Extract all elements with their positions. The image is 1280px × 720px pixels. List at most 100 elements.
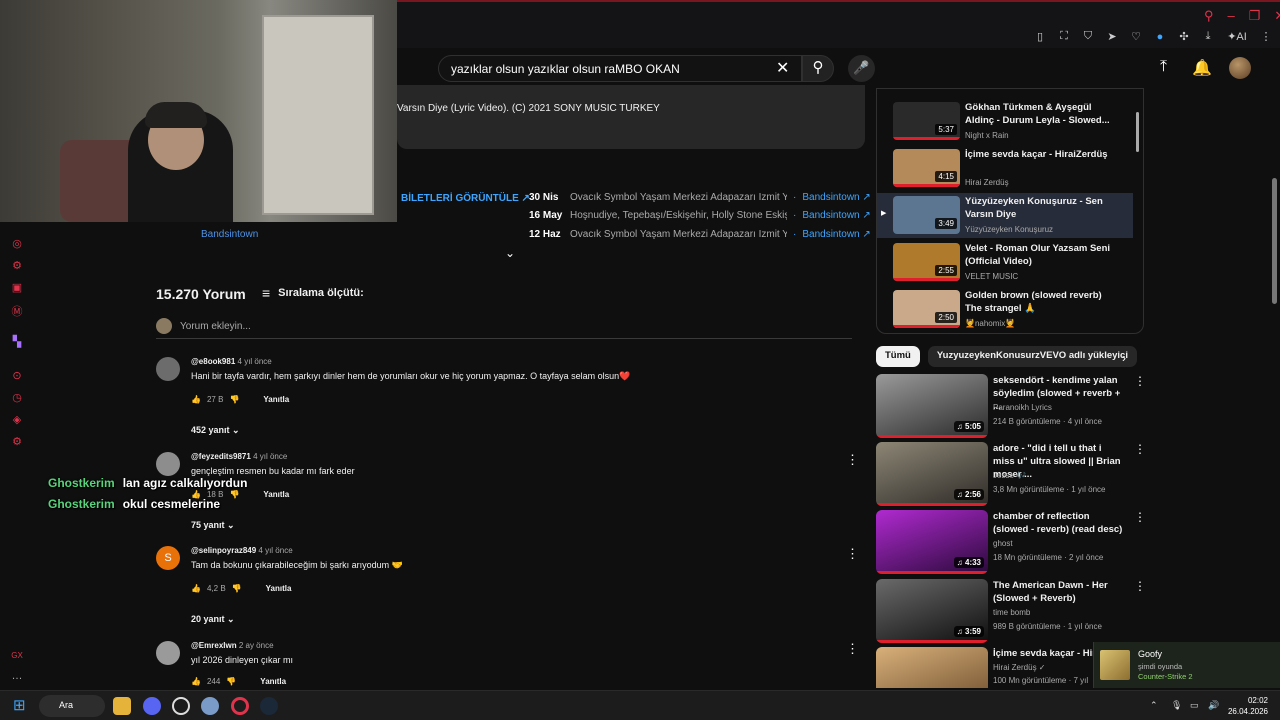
mic-tray-icon[interactable]: 🎙 bbox=[1171, 700, 1182, 711]
dislike-icon[interactable]: 👎 bbox=[229, 395, 239, 404]
recommendation-menu-icon[interactable]: ⋮ bbox=[1134, 442, 1146, 456]
history-icon[interactable]: ◷ bbox=[10, 391, 24, 404]
bookmark-icon[interactable]: ▯ bbox=[1034, 30, 1046, 43]
file-explorer-icon[interactable] bbox=[113, 697, 131, 715]
download-icon[interactable]: ⤓ bbox=[1202, 30, 1214, 43]
search-icon[interactable]: ⚲ bbox=[1204, 8, 1214, 24]
playlist-item[interactable]: 5:37 Gökhan Türkmen & Ayşegül Aldinç - D… bbox=[877, 99, 1133, 144]
event-source[interactable]: Bandsintown ↗ bbox=[802, 229, 870, 240]
event-row[interactable]: 12 Haz Ovacık Symbol Yaşam Merkezi Adapa… bbox=[529, 229, 871, 240]
replies-toggle[interactable]: 452 yanıt ⌄ bbox=[191, 425, 240, 436]
recommendation-menu-icon[interactable]: ⋮ bbox=[1134, 374, 1146, 388]
comment-avatar[interactable] bbox=[156, 452, 180, 476]
reply-button[interactable]: Yanıtla bbox=[260, 677, 286, 686]
comment-time[interactable]: 4 yıl önce bbox=[238, 357, 272, 366]
search-input[interactable]: yazıklar olsun yazıklar olsun raMBO OKAN bbox=[438, 55, 802, 82]
comment-menu-icon[interactable]: ⋮ bbox=[846, 452, 859, 468]
opera-icon[interactable]: ◎ bbox=[10, 237, 24, 250]
video-description[interactable]: Varsın Diye (Lyric Video). (C) 2021 SONY… bbox=[397, 85, 865, 149]
search-button[interactable]: ⚲ bbox=[802, 55, 834, 82]
comment-avatar[interactable]: S bbox=[156, 546, 180, 570]
comment-avatar[interactable] bbox=[156, 357, 180, 381]
page-scrollbar[interactable] bbox=[1272, 178, 1277, 304]
opera-gx-icon[interactable] bbox=[231, 697, 249, 715]
steam-notification[interactable]: Goofy şimdi oyunda Counter-Strike 2 bbox=[1093, 642, 1280, 688]
playlist-item[interactable]: 2:50 Golden brown (slowed reverb) The st… bbox=[877, 287, 1133, 332]
event-row[interactable]: 16 May Hoşnudiye, Tepebaşı/Eskişehir, Ho… bbox=[529, 210, 871, 221]
reply-button[interactable]: Yanıtla bbox=[263, 490, 289, 499]
dislike-icon[interactable]: 👎 bbox=[226, 677, 236, 686]
menu-icon[interactable]: ⋮ bbox=[1260, 30, 1272, 43]
upload-icon[interactable]: ⤒ bbox=[1160, 58, 1167, 76]
playlist-item-active[interactable]: ▶ 3:49 Yüzyüzeyken Konuşuruz - Sen Varsı… bbox=[877, 193, 1133, 238]
chip-uploader[interactable]: YuzyuzeykenKonusurzVEVO adlı yükleyici bbox=[927, 346, 1137, 367]
comment-time[interactable]: 2 ay önce bbox=[239, 641, 274, 650]
gx-corner-icon[interactable]: ▣ bbox=[10, 281, 24, 294]
clock[interactable]: 02:02 26.04.2026 bbox=[1228, 695, 1268, 717]
send-icon[interactable]: ➤ bbox=[1106, 30, 1118, 43]
like-icon[interactable]: 👍 bbox=[191, 677, 201, 686]
ai-icon[interactable]: ✦AI bbox=[1226, 30, 1248, 43]
playlist-item[interactable]: 2:55 Velet - Roman Olur Yazsam Seni (Off… bbox=[877, 240, 1133, 285]
reply-button[interactable]: Yanıtla bbox=[266, 584, 292, 593]
messenger-icon[interactable]: Ⓜ bbox=[10, 303, 24, 319]
reply-button[interactable]: Yanıtla bbox=[263, 395, 289, 404]
app-icon[interactable] bbox=[172, 697, 190, 715]
microphone-icon[interactable]: 🎤 bbox=[848, 55, 875, 82]
bell-icon[interactable]: 🔔 bbox=[1192, 58, 1212, 78]
gx-control-icon[interactable]: ⚙ bbox=[10, 259, 24, 272]
recommendation-menu-icon[interactable]: ⋮ bbox=[1134, 510, 1146, 524]
settings-app-icon[interactable] bbox=[201, 697, 219, 715]
settings-icon[interactable]: ⚙ bbox=[10, 435, 24, 448]
dislike-icon[interactable]: 👎 bbox=[232, 584, 242, 593]
bandsintown-label[interactable]: Bandsintown bbox=[201, 229, 258, 240]
recommendation-item[interactable]: ♫ 2:56 adore - "did i tell u that i miss… bbox=[876, 442, 1146, 506]
maximize-icon[interactable]: ❐ bbox=[1249, 8, 1261, 24]
comment-author[interactable]: @e8ook981 bbox=[191, 357, 235, 366]
like-icon[interactable]: 👍 bbox=[191, 584, 201, 593]
close-icon[interactable]: ✕ bbox=[1274, 8, 1280, 24]
recommendation-item[interactable]: ♫ 5:05 seksendört - kendime yalan söyled… bbox=[876, 374, 1146, 438]
playlist-scrollbar[interactable] bbox=[1136, 112, 1139, 152]
pin-icon[interactable]: ◈ bbox=[10, 413, 24, 426]
expand-chevron-icon[interactable]: ⌄ bbox=[505, 246, 515, 260]
recommendation-item[interactable]: ♫ 4:33 chamber of reflection (slowed - r… bbox=[876, 510, 1146, 574]
puzzle-icon[interactable]: ✣ bbox=[1178, 30, 1190, 43]
event-source[interactable]: Bandsintown ↗ bbox=[802, 210, 870, 221]
comment-time[interactable]: 4 yıl önce bbox=[253, 452, 287, 461]
comment-author[interactable]: @Emrexlwn bbox=[191, 641, 237, 650]
recommendation-item[interactable]: ♫ 3:59 The American Dawn - Her (Slowed +… bbox=[876, 579, 1146, 643]
network-icon[interactable]: ▭ bbox=[1190, 700, 1199, 711]
comment-author[interactable]: @feyzedits9871 bbox=[191, 452, 251, 461]
heart-icon[interactable]: ♡ bbox=[1130, 30, 1142, 43]
comment-time[interactable]: 4 yıl önce bbox=[258, 546, 292, 555]
tray-chevron-icon[interactable]: ⌃ bbox=[1150, 700, 1158, 711]
replies-toggle[interactable]: 75 yanıt ⌄ bbox=[191, 520, 235, 531]
dislike-icon[interactable]: 👎 bbox=[229, 490, 239, 499]
clear-search-icon[interactable]: ✕ bbox=[776, 58, 789, 78]
shield-icon[interactable]: ⛉ bbox=[1082, 30, 1094, 43]
comment-author[interactable]: @selinpoyraz849 bbox=[191, 546, 256, 555]
comment-menu-icon[interactable]: ⋮ bbox=[846, 641, 859, 657]
extension-blue-icon[interactable]: ● bbox=[1154, 31, 1166, 43]
playlist-item[interactable]: 4:15 İçime sevda kaçar - HiraiZerdüş Hir… bbox=[877, 146, 1133, 191]
twitch-icon[interactable]: ▚ bbox=[10, 335, 24, 348]
recommendation-menu-icon[interactable]: ⋮ bbox=[1134, 579, 1146, 593]
add-comment-field[interactable]: Yorum ekleyin... bbox=[156, 318, 852, 339]
steam-icon[interactable] bbox=[260, 697, 278, 715]
account-avatar[interactable] bbox=[1229, 57, 1251, 79]
event-source[interactable]: Bandsintown ↗ bbox=[802, 192, 870, 203]
more-icon[interactable]: … bbox=[10, 670, 24, 682]
taskbar-search[interactable]: Ara bbox=[39, 695, 105, 717]
minimize-icon[interactable]: – bbox=[1228, 8, 1235, 24]
sort-button[interactable]: ≡ Sıralama ölçütü: bbox=[262, 285, 364, 301]
view-tickets-link[interactable]: BİLETLERİ GÖRÜNTÜLE ↗ bbox=[401, 193, 530, 204]
comment-menu-icon[interactable]: ⋮ bbox=[846, 546, 859, 562]
gx-logo-icon[interactable]: GX bbox=[10, 651, 24, 660]
screenshot-icon[interactable]: ⛶ bbox=[1058, 30, 1070, 43]
event-row[interactable]: 30 Nis Ovacık Symbol Yaşam Merkezi Adapa… bbox=[529, 192, 871, 203]
like-icon[interactable]: 👍 bbox=[191, 395, 201, 404]
discord-icon[interactable] bbox=[143, 697, 161, 715]
comment-avatar[interactable] bbox=[156, 641, 180, 665]
volume-icon[interactable]: 🔊 bbox=[1208, 700, 1219, 711]
